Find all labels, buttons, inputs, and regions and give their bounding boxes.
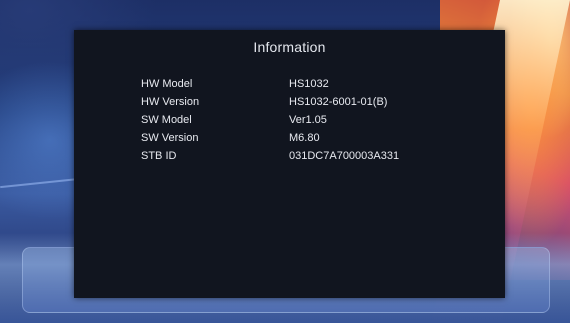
- info-label: STB ID: [141, 150, 177, 162]
- info-value: Ver1.05: [289, 114, 327, 126]
- info-value: M6.80: [289, 132, 320, 144]
- info-label: SW Version: [141, 132, 199, 144]
- information-panel: Information HW Model HS1032 HW Version H…: [74, 30, 505, 298]
- info-list: HW Model HS1032 HW Version HS1032-6001-0…: [141, 78, 481, 168]
- info-row-hw-model: HW Model HS1032: [141, 78, 481, 96]
- info-row-hw-version: HW Version HS1032-6001-01(B): [141, 96, 481, 114]
- info-row-sw-version: SW Version M6.80: [141, 132, 481, 150]
- tv-screen: Information HW Model HS1032 HW Version H…: [0, 0, 570, 323]
- info-value: HS1032: [289, 78, 329, 90]
- info-row-sw-model: SW Model Ver1.05: [141, 114, 481, 132]
- info-label: HW Model: [141, 78, 193, 90]
- info-value: HS1032-6001-01(B): [289, 96, 388, 108]
- info-label: SW Model: [141, 114, 192, 126]
- panel-title: Information: [253, 39, 326, 55]
- info-label: HW Version: [141, 96, 200, 108]
- info-value: 031DC7A700003A331: [289, 150, 400, 162]
- info-row-stb-id: STB ID 031DC7A700003A331: [141, 150, 481, 168]
